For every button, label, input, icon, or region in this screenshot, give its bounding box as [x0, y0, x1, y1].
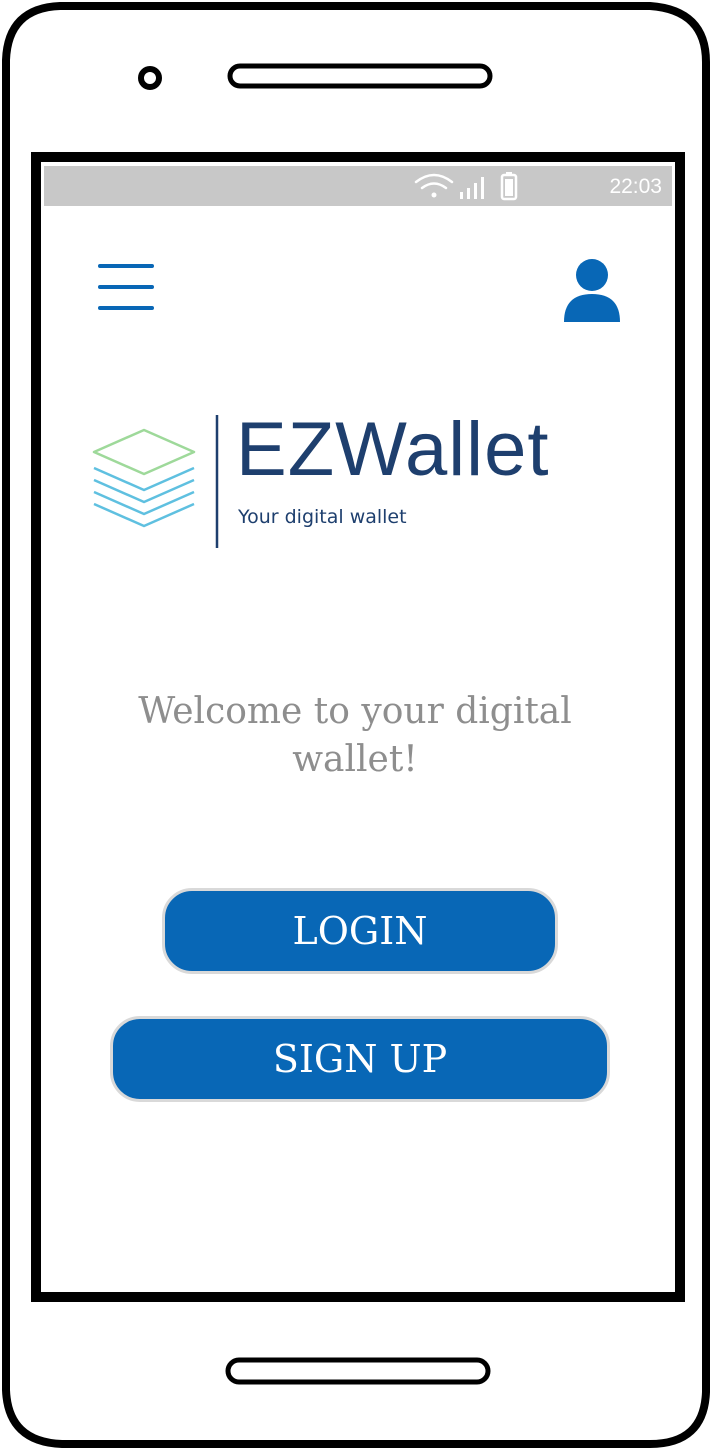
status-bar: 22:03 [44, 166, 672, 206]
signup-button[interactable]: SIGN UP [110, 1016, 610, 1102]
signal-icon [460, 177, 484, 199]
welcome-text: Welcome to your digital wallet! [138, 691, 572, 780]
brand-name: EZWallet [236, 407, 550, 492]
battery-icon [500, 172, 518, 201]
hamburger-menu-icon[interactable] [96, 264, 156, 314]
brand-tagline: Your digital wallet [238, 506, 407, 528]
status-time: 22:03 [609, 175, 662, 198]
status-icons [414, 172, 518, 201]
login-button[interactable]: LOGIN [162, 888, 558, 974]
wifi-icon [414, 173, 454, 198]
user-profile-icon[interactable] [560, 256, 624, 326]
